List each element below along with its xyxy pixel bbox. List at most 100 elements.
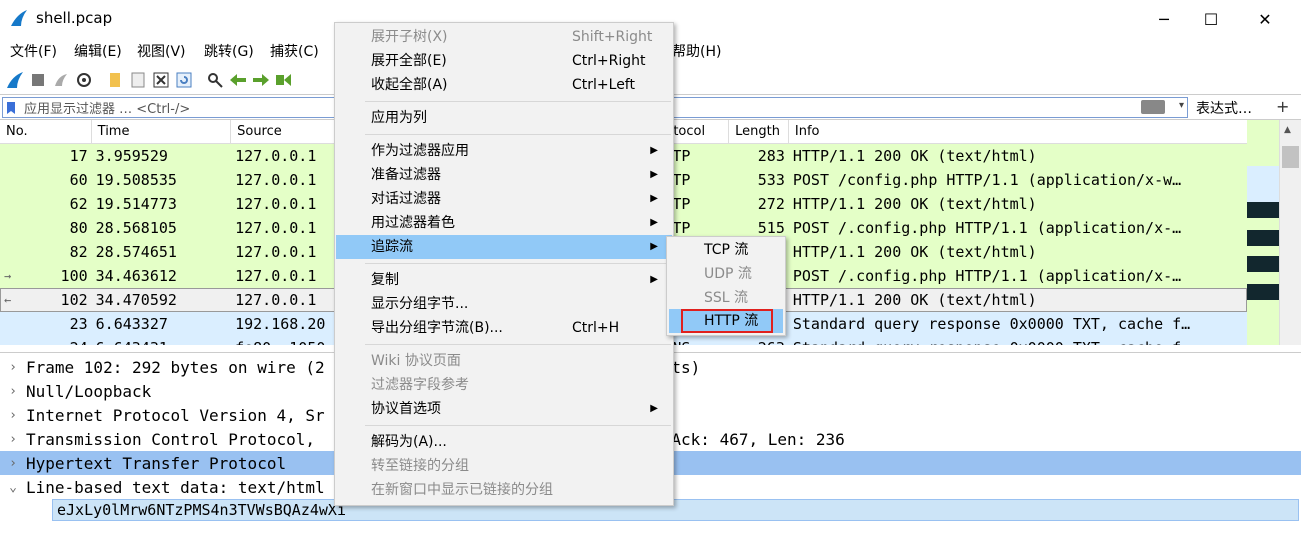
wireshark-fin-icon (11, 10, 27, 26)
menu-separator (365, 263, 671, 264)
menu-go[interactable]: 跳转(G) (196, 38, 262, 66)
menu-go-to-linked-packet[interactable]: 转至链接的分组 (336, 454, 672, 478)
menu-protocol-preferences[interactable]: 协议首选项 ▶ (336, 397, 672, 421)
response-arrow-icon: ← (4, 293, 12, 307)
packet-cell-time: 3.959529 (95, 147, 168, 165)
submenu-tcp-stream[interactable]: TCP 流 (669, 238, 783, 262)
stop-capture-icon[interactable] (27, 69, 49, 91)
menu-conversation-filter-label: 对话过滤器 (371, 191, 441, 207)
submenu-arrow-icon: ▶ (650, 217, 658, 228)
scroll-up-icon[interactable]: ▲ (1284, 125, 1291, 135)
packet-cell-no: 17 (69, 147, 88, 165)
start-capture-icon[interactable] (4, 69, 26, 91)
packet-cell-info: HTTP/1.1 200 OK (text/html) (792, 291, 1037, 309)
bookmark-icon[interactable] (6, 100, 20, 116)
packet-cell-time: 34.463612 (95, 267, 177, 285)
close-file-icon[interactable] (150, 69, 172, 91)
menu-copy[interactable]: 复制 ▶ (336, 268, 672, 292)
expand-arrow-icon[interactable]: ⌄ (0, 480, 26, 495)
apply-filter-arrow-icon[interactable] (1141, 100, 1165, 114)
menu-expand-all-shortcut: Ctrl+Right (572, 53, 646, 69)
request-arrow-icon: → (4, 269, 12, 283)
menu-filter-field-reference[interactable]: 过滤器字段参考 (336, 373, 672, 397)
find-packet-icon[interactable] (204, 69, 226, 91)
packet-cell-info: Standard query response 0x0000 TXT, cach… (792, 315, 1191, 333)
open-file-icon[interactable] (104, 69, 126, 91)
col-header-no[interactable]: No. (0, 120, 92, 144)
menu-expand-all[interactable]: 展开全部(E) Ctrl+Right (336, 49, 672, 73)
menu-collapse-all[interactable]: 收起全部(A) Ctrl+Left (336, 73, 672, 97)
menu-show-linked-packet-new-window[interactable]: 在新窗口中显示已链接的分组 (336, 478, 672, 502)
add-filter-button[interactable]: + (1276, 97, 1289, 116)
submenu-arrow-icon: ▶ (650, 145, 658, 156)
window-title: shell.pcap (36, 9, 113, 27)
menu-export-packet-bytes[interactable]: 导出分组字节流(B)... Ctrl+H (336, 316, 672, 340)
menu-separator (365, 425, 671, 426)
go-forward-icon[interactable] (250, 69, 272, 91)
menu-view[interactable]: 视图(V) (129, 38, 194, 66)
col-header-length[interactable]: Length (729, 120, 789, 144)
menu-decode-as[interactable]: 解码为(A)... (336, 430, 672, 454)
expand-arrow-icon[interactable]: › (0, 456, 26, 471)
menu-follow-stream[interactable]: 追踪流 ▶ (336, 235, 672, 259)
menu-collapse-all-label: 收起全部(A) (371, 77, 448, 93)
menu-expand-subtree-shortcut: Shift+Right (572, 29, 653, 45)
menu-show-packet-bytes[interactable]: 显示分组字节... (336, 292, 672, 316)
packet-cell-len: 272 (757, 195, 785, 213)
menu-export-packet-bytes-shortcut: Ctrl+H (572, 320, 620, 336)
packet-cell-no: 82 (69, 243, 88, 261)
menu-edit[interactable]: 编辑(E) (66, 38, 130, 66)
menu-separator (365, 101, 671, 102)
capture-options-icon[interactable] (73, 69, 95, 91)
submenu-arrow-icon: ▶ (650, 169, 658, 180)
packet-cell-info: Standard query response 0x0000 TXT, cach… (789, 336, 1247, 345)
context-menu: 展开子树(X) Shift+Right 展开全部(E) Ctrl+Right 收起全… (334, 22, 674, 506)
col-header-info[interactable]: Info (789, 120, 1247, 144)
reload-file-icon[interactable] (173, 69, 195, 91)
expand-arrow-icon[interactable]: › (0, 408, 26, 423)
packet-cell-len: 283 (757, 147, 785, 165)
close-button[interactable]: ✕ (1242, 0, 1288, 38)
packet-cell-no: 60 (69, 171, 88, 189)
filter-history-dropdown-icon[interactable]: ▾ (1179, 100, 1184, 111)
submenu-ssl-stream[interactable]: SSL 流 (669, 286, 783, 310)
go-back-icon[interactable] (227, 69, 249, 91)
submenu-udp-stream[interactable]: UDP 流 (669, 262, 783, 286)
menu-apply-as-filter[interactable]: 作为过滤器应用 ▶ (336, 139, 672, 163)
menu-collapse-all-shortcut: Ctrl+Left (572, 77, 635, 93)
save-file-icon[interactable] (127, 69, 149, 91)
restart-capture-icon[interactable] (50, 69, 72, 91)
menu-conversation-filter[interactable]: 对话过滤器 ▶ (336, 187, 672, 211)
expand-arrow-icon[interactable]: › (0, 432, 26, 447)
text-data-line[interactable]: eJxLy0lMrw6NTzPMS4n3TVWsBQAz4wXi (52, 499, 1299, 521)
packet-cell-len: 533 (757, 171, 785, 189)
menu-colorize[interactable]: 用过滤器着色 ▶ (336, 211, 672, 235)
menu-prepare-filter[interactable]: 准备过滤器 ▶ (336, 163, 672, 187)
detail-text: Internet Protocol Version 4, Sr (26, 405, 325, 425)
scroll-thumb[interactable] (1282, 146, 1299, 168)
packet-list-scrollbar[interactable]: ▲ (1279, 120, 1301, 345)
expand-arrow-icon[interactable]: › (0, 384, 26, 399)
menu-apply-as-column[interactable]: 应用为列 (336, 106, 672, 130)
menu-file[interactable]: 文件(F) (2, 38, 65, 66)
submenu-arrow-icon: ▶ (650, 274, 658, 285)
maximize-button[interactable]: ☐ (1188, 0, 1234, 38)
packet-cell-len: 263 (729, 336, 789, 345)
go-to-packet-icon[interactable] (273, 69, 295, 91)
col-header-time[interactable]: Time (92, 120, 232, 144)
filter-placeholder: 应用显示过滤器 … <Ctrl-/> (24, 102, 191, 117)
packet-cell-info: HTTP/1.1 200 OK (text/html) (792, 147, 1037, 165)
menu-copy-label: 复制 (371, 272, 399, 288)
menu-capture[interactable]: 捕获(C) (262, 38, 327, 66)
packet-minimap[interactable] (1247, 120, 1279, 345)
expand-arrow-icon[interactable]: › (0, 360, 26, 375)
menu-export-packet-bytes-label: 导出分组字节流(B)... (371, 320, 503, 336)
minimize-button[interactable]: ─ (1141, 0, 1187, 38)
highlight-box (681, 309, 773, 333)
packet-cell-no: 24 (0, 336, 92, 345)
packet-cell-no: 62 (69, 195, 88, 213)
menu-wiki-protocol-page[interactable]: Wiki 协议页面 (336, 349, 672, 373)
submenu-arrow-icon: ▶ (650, 403, 658, 414)
expression-button[interactable]: 表达式… (1196, 98, 1252, 118)
menu-expand-subtree[interactable]: 展开子树(X) Shift+Right (336, 25, 672, 49)
